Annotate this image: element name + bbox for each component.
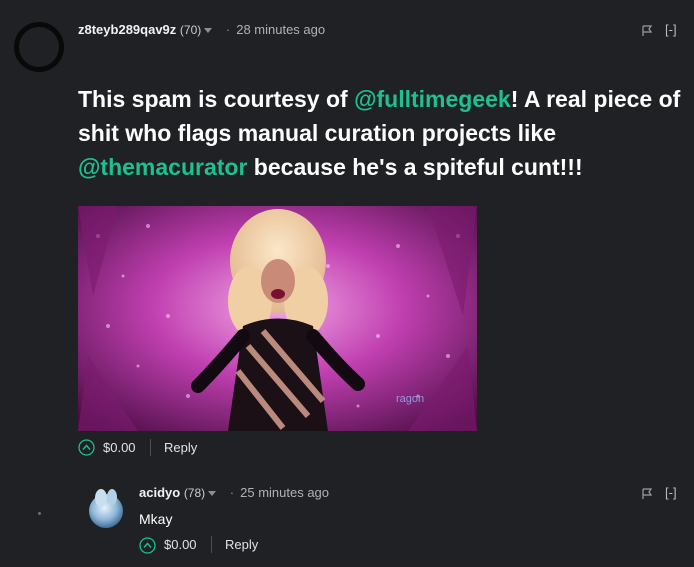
avatar[interactable] [81, 484, 131, 539]
embedded-gif-image[interactable]: ragon [78, 206, 477, 431]
divider [211, 536, 212, 553]
comment-body: Mkay [139, 511, 173, 527]
reply-link[interactable]: Reply [225, 537, 258, 552]
separator-dot: · [225, 22, 231, 37]
timestamp[interactable]: 28 minutes ago [236, 22, 325, 37]
chevron-down-icon[interactable] [208, 491, 217, 497]
mention-link[interactable]: @themacurator [78, 154, 247, 180]
reply-link[interactable]: Reply [164, 440, 197, 455]
flag-icon[interactable] [641, 25, 653, 37]
collapse-toggle[interactable]: [-] [665, 22, 677, 37]
payout-amount[interactable]: $0.00 [164, 537, 197, 552]
author-name[interactable]: acidyo [139, 485, 180, 500]
body-text: because he's a spiteful cunt!!! [247, 154, 583, 180]
collapse-toggle[interactable]: [-] [665, 485, 677, 500]
author-name[interactable]: z8teyb289qav9z [78, 22, 176, 37]
timestamp[interactable]: 25 minutes ago [240, 485, 329, 500]
separator-dot: · [229, 485, 235, 500]
author-reputation: (70) [179, 23, 202, 37]
body-text: This spam is courtesy of [78, 86, 355, 112]
divider [150, 439, 151, 456]
chevron-down-icon[interactable] [204, 28, 213, 34]
image-watermark: ragon [396, 393, 424, 405]
thread-dot [38, 512, 41, 515]
comment-header: acidyo (78) · 25 minutes ago [139, 485, 329, 500]
upvote-icon[interactable] [139, 537, 156, 554]
comment-header: z8teyb289qav9z (70) · 28 minutes ago [78, 22, 325, 37]
avatar[interactable] [14, 22, 64, 72]
flag-icon[interactable] [641, 488, 653, 500]
upvote-icon[interactable] [78, 439, 95, 456]
author-reputation: (78) [183, 486, 206, 500]
mention-link[interactable]: @fulltimegeek [354, 86, 511, 112]
payout-amount[interactable]: $0.00 [103, 440, 136, 455]
comment-body: This spam is courtesy of @fulltimegeek! … [78, 82, 683, 184]
